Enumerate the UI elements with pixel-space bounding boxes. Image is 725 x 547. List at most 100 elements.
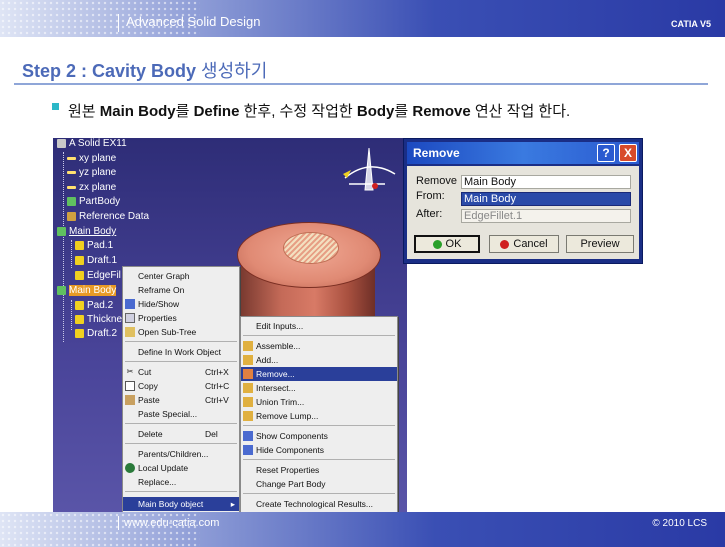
close-button[interactable]: X: [619, 144, 637, 162]
tree-root[interactable]: A Solid EX11: [57, 138, 127, 149]
submenu-item-create-technological-results[interactable]: Create Technological Results...: [241, 497, 397, 511]
help-button[interactable]: ?: [597, 144, 615, 162]
bullet-part: 원본: [68, 103, 100, 120]
menu-item-paste-special[interactable]: Paste Special...: [123, 407, 239, 421]
submenu: Edit Inputs... Assemble... Add... Remove…: [240, 316, 398, 516]
tree-item-yz-plane[interactable]: yz plane: [67, 167, 116, 178]
menu-item-properties[interactable]: Properties: [123, 311, 239, 325]
menu-item-label: Parents/Children...: [138, 449, 209, 459]
paste-icon: [125, 395, 135, 405]
menu-separator: [125, 491, 237, 492]
tree-item-edgefillet[interactable]: EdgeFil: [75, 270, 121, 281]
submenu-item-remove[interactable]: Remove...: [241, 367, 397, 381]
tree-item-label: Draft.1: [87, 255, 118, 266]
menu-separator: [125, 361, 237, 362]
course-title: Advanced Solid Design: [126, 14, 261, 29]
tree-item-xy-plane[interactable]: xy plane: [67, 153, 116, 164]
slide-title: Step 2 : Cavity Body 생성하기: [22, 57, 267, 83]
submenu-item-union-trim[interactable]: Union Trim...: [241, 395, 397, 409]
from-field[interactable]: Main Body: [461, 192, 631, 206]
footer-url[interactable]: www.edu-catia.com: [124, 517, 219, 529]
menu-item-copy[interactable]: Copy Ctrl+C: [123, 379, 239, 393]
menu-item-center-graph[interactable]: Center Graph: [123, 269, 239, 283]
menu-item-paste[interactable]: Paste Ctrl+V: [123, 393, 239, 407]
menu-separator: [243, 459, 395, 460]
help-icon: ?: [602, 146, 610, 160]
cancel-button[interactable]: Cancel: [489, 235, 559, 253]
tree-item-reference-data[interactable]: Reference Data: [67, 211, 149, 222]
pad-icon: [75, 301, 84, 310]
submenu-item-show-components[interactable]: Show Components: [241, 429, 397, 443]
tree-item-main-body-2[interactable]: Main Body: [57, 285, 117, 296]
menu-item-label: Create Technological Results...: [256, 499, 374, 509]
context-menu: Center Graph Reframe On Hide/Show Proper…: [122, 266, 240, 516]
body-icon: [67, 197, 76, 206]
body-icon: [57, 227, 66, 236]
tree-item-partbody[interactable]: PartBody: [67, 196, 120, 207]
dialog-body: Remove Main Body From: Main Body After: …: [407, 166, 639, 259]
menu-item-reframe-on[interactable]: Reframe On: [123, 283, 239, 297]
menu-item-open-subtree[interactable]: Open Sub-Tree: [123, 325, 239, 339]
tree-item-thickness[interactable]: Thickne: [75, 314, 122, 325]
preview-button[interactable]: Preview: [566, 235, 634, 253]
tree-line: [63, 152, 64, 342]
catia-viewport[interactable]: A Solid EX11 xy plane yz plane zx plane …: [53, 138, 407, 516]
bullet-part-bold: Remove: [412, 103, 471, 120]
submenu-item-intersect[interactable]: Intersect...: [241, 381, 397, 395]
footer-band: [0, 512, 725, 547]
show-components-icon: [243, 431, 253, 441]
submenu-item-add[interactable]: Add...: [241, 353, 397, 367]
bullet-part: 를: [175, 103, 194, 120]
submenu-item-remove-lump[interactable]: Remove Lump...: [241, 409, 397, 423]
ok-button-label: OK: [445, 238, 462, 250]
remove-field[interactable]: Main Body: [461, 175, 631, 189]
menu-item-label: Define In Work Object: [138, 347, 221, 357]
dialog-titlebar[interactable]: Remove ? X: [407, 142, 639, 164]
menu-item-label: Paste Special...: [138, 409, 198, 419]
tree-item-pad2[interactable]: Pad.2: [75, 300, 113, 311]
submenu-item-change-part-body[interactable]: Change Part Body: [241, 477, 397, 491]
assemble-icon: [243, 341, 253, 351]
pad-icon: [75, 241, 84, 250]
union-trim-icon: [243, 397, 253, 407]
remove-label: Remove: [416, 175, 457, 187]
compass-icon[interactable]: [339, 140, 399, 200]
part-icon: [57, 139, 66, 148]
submenu-item-edit-inputs[interactable]: Edit Inputs...: [241, 319, 397, 333]
menu-item-cut[interactable]: ✂ Cut Ctrl+X: [123, 365, 239, 379]
menu-item-delete[interactable]: Delete Del: [123, 427, 239, 441]
submenu-item-hide-components[interactable]: Hide Components: [241, 443, 397, 457]
tree-item-pad1[interactable]: Pad.1: [75, 240, 113, 251]
thickness-icon: [75, 315, 84, 324]
menu-item-hide-show[interactable]: Hide/Show: [123, 297, 239, 311]
menu-item-local-update[interactable]: Local Update: [123, 461, 239, 475]
title-underline: [14, 83, 708, 85]
bullet-part: 연산 작업 한다.: [470, 103, 571, 120]
tree-item-zx-plane[interactable]: zx plane: [67, 182, 116, 193]
menu-item-label: Properties: [138, 313, 177, 323]
ok-button[interactable]: OK: [414, 235, 480, 253]
after-field[interactable]: EdgeFillet.1: [461, 209, 631, 223]
hide-show-icon: [125, 299, 135, 309]
submenu-item-assemble[interactable]: Assemble...: [241, 339, 397, 353]
menu-separator: [243, 335, 395, 336]
menu-item-label: Remove...: [256, 369, 295, 379]
menu-item-label: Main Body object: [138, 499, 204, 509]
tree-item-label: EdgeFil: [87, 270, 121, 281]
tree-item-draft1[interactable]: Draft.1: [75, 255, 117, 266]
tree-item-draft2[interactable]: Draft.2: [75, 328, 117, 339]
remove-lump-icon: [243, 411, 253, 421]
menu-separator: [125, 423, 237, 424]
tree-item-main-body[interactable]: Main Body: [57, 226, 116, 237]
menu-item-replace[interactable]: Replace...: [123, 475, 239, 489]
submenu-item-reset-properties[interactable]: Reset Properties: [241, 463, 397, 477]
menu-item-define-in-work-object[interactable]: Define In Work Object: [123, 345, 239, 359]
menu-item-main-body-object[interactable]: Main Body object ▸: [123, 497, 239, 511]
hide-components-icon: [243, 445, 253, 455]
plane-icon: [67, 171, 76, 174]
menu-item-label: Add...: [256, 355, 279, 365]
tree-item-label-selected: Main Body: [69, 285, 117, 296]
remove-icon: [243, 369, 253, 379]
menu-item-parents-children[interactable]: Parents/Children...: [123, 447, 239, 461]
menu-item-label: Remove Lump...: [256, 411, 319, 421]
